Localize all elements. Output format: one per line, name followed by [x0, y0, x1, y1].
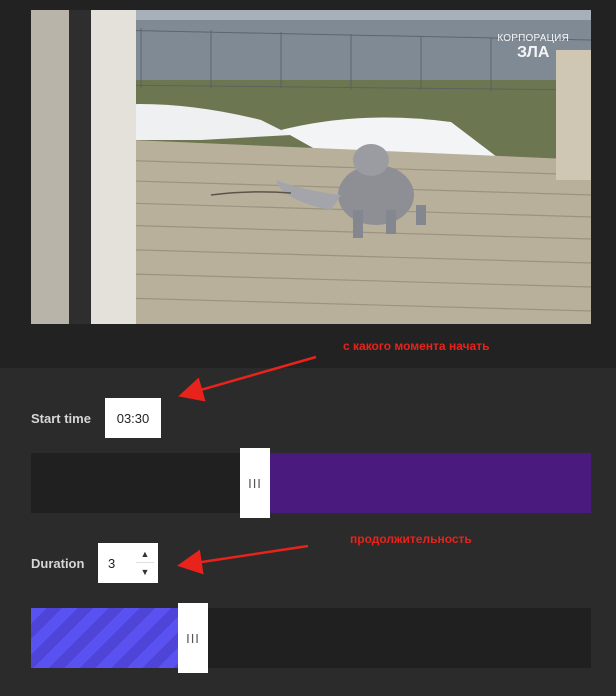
channel-watermark: КОРПОРАЦИЯ ЗЛА	[497, 34, 569, 61]
start-time-slider-handle[interactable]: III	[240, 448, 270, 518]
start-time-input[interactable]: 03:30	[105, 398, 161, 438]
watermark-line1: КОРПОРАЦИЯ	[497, 33, 569, 44]
duration-stepper[interactable]: ▲ ▼	[136, 546, 154, 580]
start-time-annotation: с какого момента начать	[343, 339, 490, 353]
duration-annotation: продолжительность	[350, 532, 472, 546]
watermark-line2: ЗЛА	[516, 44, 550, 61]
duration-selected-range	[31, 608, 179, 668]
triangle-up-icon[interactable]: ▲	[136, 546, 154, 563]
duration-value[interactable]: 3	[108, 556, 115, 571]
video-preview-panel: КОРПОРАЦИЯ ЗЛА	[0, 0, 616, 368]
duration-input[interactable]: 3 ▲ ▼	[98, 543, 158, 583]
start-time-selected-range	[270, 453, 591, 513]
duration-slider-handle[interactable]: III	[178, 603, 208, 673]
duration-label: Duration	[31, 556, 85, 571]
video-frame[interactable]: КОРПОРАЦИЯ ЗЛА	[31, 10, 591, 324]
start-time-slider-track[interactable]	[31, 453, 591, 513]
triangle-down-icon[interactable]: ▼	[136, 563, 154, 580]
duration-slider-track[interactable]	[31, 608, 591, 668]
start-time-label: Start time	[31, 411, 91, 426]
